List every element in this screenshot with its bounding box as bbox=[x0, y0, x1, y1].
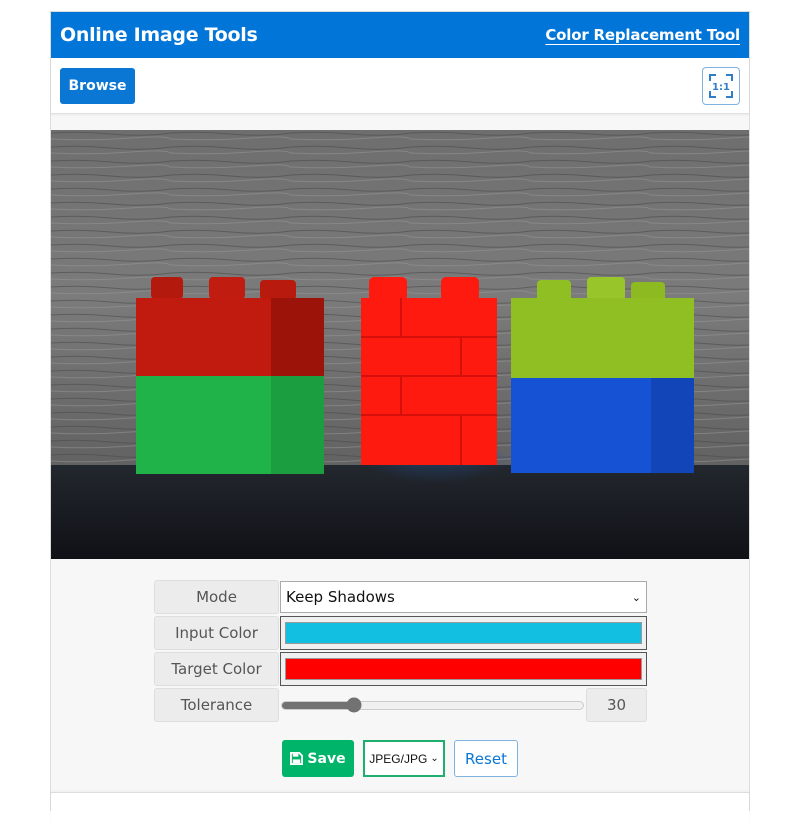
save-label: Save bbox=[307, 750, 346, 767]
input-color-swatch bbox=[285, 622, 642, 644]
tool-card: Online Image Tools Color Replacement Too… bbox=[50, 11, 750, 822]
mode-select[interactable]: Keep Shadows ⌄ bbox=[280, 581, 647, 613]
input-color-picker[interactable] bbox=[280, 616, 647, 650]
target-color-row: Target Color bbox=[154, 652, 647, 686]
chevron-down-icon: ⌄ bbox=[631, 590, 641, 604]
input-color-label: Input Color bbox=[154, 616, 279, 650]
save-button[interactable]: Save bbox=[282, 740, 354, 777]
target-color-swatch bbox=[285, 658, 642, 680]
format-value: JPEG/JPG bbox=[369, 751, 428, 766]
tolerance-value: 30 bbox=[586, 688, 647, 722]
left-block-stack bbox=[136, 277, 324, 474]
aspect-ratio-1-1-icon: 1:1 bbox=[709, 73, 733, 98]
input-color-row: Input Color bbox=[154, 616, 647, 650]
preview-photo bbox=[51, 130, 749, 559]
image-preview bbox=[51, 130, 749, 559]
mode-label: Mode bbox=[154, 580, 279, 614]
toolbar: Browse 1:1 bbox=[51, 58, 749, 114]
center-block bbox=[361, 277, 497, 465]
mode-row: Mode Keep Shadows ⌄ bbox=[154, 580, 647, 614]
floppy-disk-icon bbox=[290, 752, 304, 765]
target-color-label: Target Color bbox=[154, 652, 279, 686]
tolerance-label: Tolerance bbox=[154, 688, 279, 722]
tolerance-slider-fill bbox=[282, 701, 355, 709]
tolerance-slider[interactable] bbox=[281, 697, 584, 713]
chevron-down-icon: ⌄ bbox=[430, 753, 439, 764]
action-buttons: Save JPEG/JPG ⌄ Reset bbox=[282, 740, 518, 777]
svg-text:1:1: 1:1 bbox=[712, 82, 730, 93]
right-block-stack bbox=[511, 277, 694, 473]
app-title: Online Image Tools bbox=[60, 24, 258, 46]
app-header: Online Image Tools Color Replacement Too… bbox=[51, 12, 749, 58]
browse-button[interactable]: Browse bbox=[60, 67, 135, 104]
format-select[interactable]: JPEG/JPG ⌄ bbox=[363, 740, 445, 777]
tool-name-link[interactable]: Color Replacement Tool bbox=[545, 26, 740, 44]
aspect-ratio-button[interactable]: 1:1 bbox=[702, 66, 740, 105]
replacement-controls: Mode Keep Shadows ⌄ Input Color Target C… bbox=[154, 580, 647, 724]
reset-button[interactable]: Reset bbox=[454, 740, 518, 777]
tolerance-row: Tolerance 30 bbox=[154, 688, 647, 722]
tolerance-slider-thumb[interactable] bbox=[346, 697, 362, 713]
target-color-picker[interactable] bbox=[280, 652, 647, 686]
lower-panel bbox=[51, 792, 749, 822]
mode-value: Keep Shadows bbox=[286, 588, 395, 606]
